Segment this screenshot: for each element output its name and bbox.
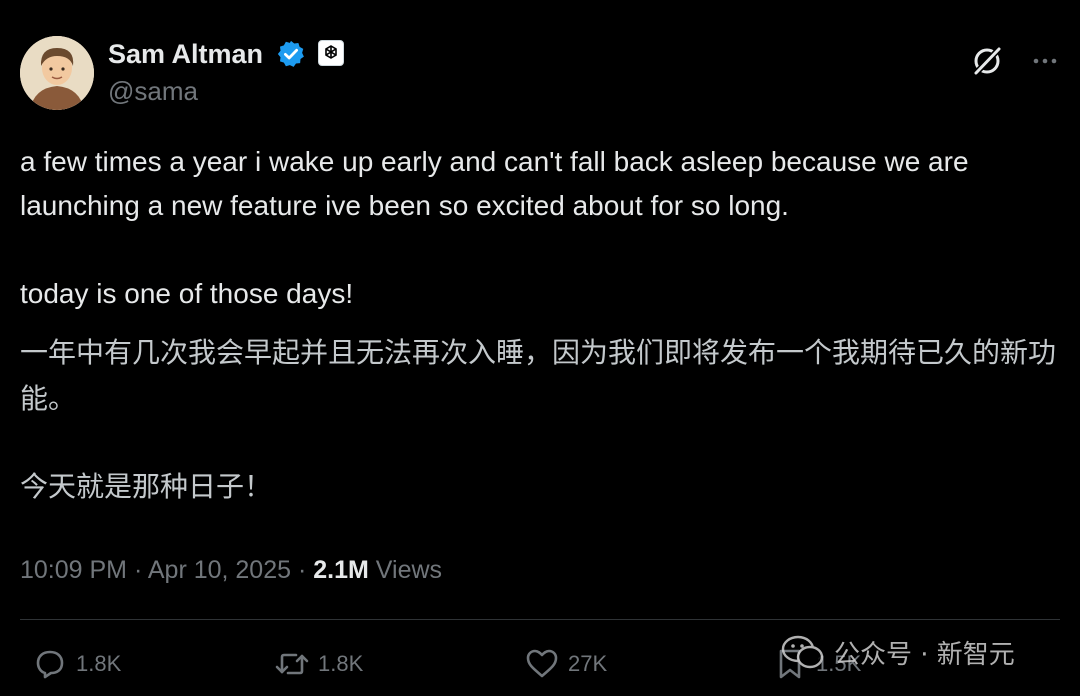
translation-paragraph-2: 今天就是那种日子！ xyxy=(20,470,273,503)
tweet-date[interactable]: Apr 10, 2025 xyxy=(148,556,291,584)
avatar-illustration xyxy=(20,36,94,110)
meta-separator: · xyxy=(291,556,314,584)
retweet-icon xyxy=(275,653,309,675)
grok-icon[interactable] xyxy=(970,44,1004,78)
reply-count: 1.8K xyxy=(76,651,122,676)
reply-button[interactable]: 1.8K xyxy=(30,644,121,684)
avatar[interactable] xyxy=(20,36,94,110)
tweet-translation: 一年中有几次我会早起并且无法再次入睡，因为我们即将发布一个我期待已久的新功能。 … xyxy=(20,330,1060,510)
views-count[interactable]: 2.1M xyxy=(313,556,369,584)
tweet-paragraph-2: today is one of those days! xyxy=(20,278,354,309)
retweet-count: 1.8K xyxy=(318,651,364,676)
meta-separator: · xyxy=(127,556,148,584)
watermark: 公众号 · 新智元 xyxy=(780,632,1015,672)
views-label: Views xyxy=(368,556,443,584)
retweet-button[interactable]: 1.8K xyxy=(272,644,363,684)
reply-icon xyxy=(36,650,64,679)
tweet-paragraph-1: a few times a year i wake up early and c… xyxy=(20,146,969,221)
tweet-text: a few times a year i wake up early and c… xyxy=(20,140,1060,316)
heart-icon xyxy=(526,649,558,678)
more-options-icon[interactable] xyxy=(1030,46,1060,76)
translation-paragraph-1: 一年中有几次我会早起并且无法再次入睡，因为我们即将发布一个我期待已久的新功能。 xyxy=(20,336,1057,415)
divider xyxy=(20,619,1060,620)
author-handle[interactable]: @sama xyxy=(108,74,198,108)
wechat-icon xyxy=(781,635,824,669)
tweet-meta: 10:09 PM · Apr 10, 2025 · 2.1M Views xyxy=(20,552,442,588)
openai-logo-icon[interactable] xyxy=(318,40,344,66)
watermark-text: 公众号 · 新智元 xyxy=(834,639,1015,670)
tweet-time[interactable]: 10:09 PM xyxy=(20,556,127,584)
author-name[interactable]: Sam Altman xyxy=(108,34,263,74)
like-button[interactable]: 27K xyxy=(522,644,607,684)
like-count: 27K xyxy=(568,651,608,676)
verified-badge-icon[interactable] xyxy=(276,39,306,69)
